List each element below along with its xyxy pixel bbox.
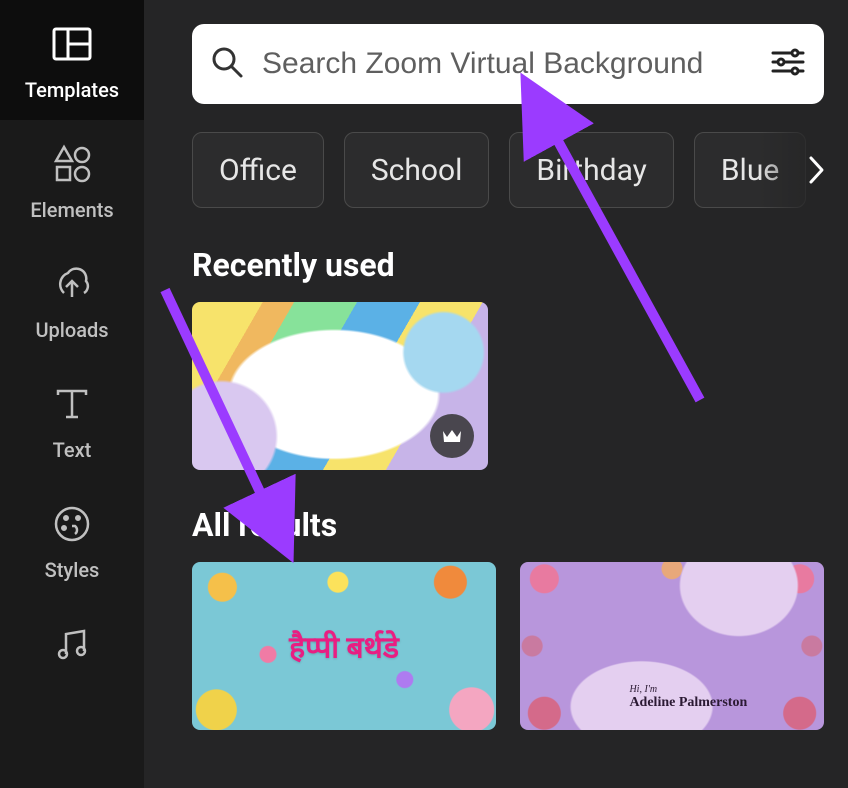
filter-icon[interactable] — [770, 47, 806, 81]
section-title: Recently used — [192, 246, 848, 284]
search-input[interactable] — [262, 47, 758, 81]
premium-crown-icon — [430, 414, 474, 458]
search-icon — [210, 45, 244, 83]
text-icon — [52, 384, 92, 424]
sidebar-item-label: Elements — [30, 198, 113, 222]
template-caption: हैप्पी बर्थडे — [289, 626, 399, 667]
category-chips: Office School Birthday Blue Green — [192, 130, 848, 210]
chip-blue[interactable]: Blue — [694, 132, 806, 208]
sidebar-item-label: Templates — [25, 78, 119, 102]
sidebar-item-label: Text — [53, 438, 92, 462]
main-panel: Office School Birthday Blue Green Recent… — [144, 0, 848, 788]
styles-icon — [52, 504, 92, 544]
sidebar-item-music[interactable] — [0, 600, 144, 664]
templates-icon — [52, 24, 92, 64]
chip-office[interactable]: Office — [192, 132, 324, 208]
sidebar-item-styles[interactable]: Styles — [0, 480, 144, 600]
recently-used-section: Recently used — [192, 246, 848, 470]
template-thumb[interactable]: Hi, I'm Adeline Palmerston — [520, 562, 824, 730]
template-thumb[interactable]: हैप्पी बर्थडे — [192, 562, 496, 730]
sidebar-item-label: Uploads — [35, 318, 108, 342]
template-thumb[interactable] — [192, 302, 488, 470]
sidebar-item-label: Styles — [45, 558, 100, 582]
sidebar-item-uploads[interactable]: Uploads — [0, 240, 144, 360]
sidebar-item-text[interactable]: Text — [0, 360, 144, 480]
sidebar-item-elements[interactable]: Elements — [0, 120, 144, 240]
section-title: All results — [192, 506, 848, 544]
template-caption: Hi, I'm Adeline Palmerston — [629, 684, 747, 710]
chip-birthday[interactable]: Birthday — [509, 132, 673, 208]
all-results-section: All results हैप्पी बर्थडे Hi, I'm Adelin… — [192, 506, 848, 730]
left-sidebar: Templates Elements Uploads Text Styles — [0, 0, 144, 788]
chip-school[interactable]: School — [344, 132, 490, 208]
sidebar-item-templates[interactable]: Templates — [0, 0, 144, 120]
music-icon — [52, 624, 92, 664]
search-bar[interactable] — [192, 24, 824, 104]
uploads-icon — [52, 264, 92, 304]
chips-scroll-right[interactable] — [792, 146, 840, 194]
elements-icon — [52, 144, 92, 184]
